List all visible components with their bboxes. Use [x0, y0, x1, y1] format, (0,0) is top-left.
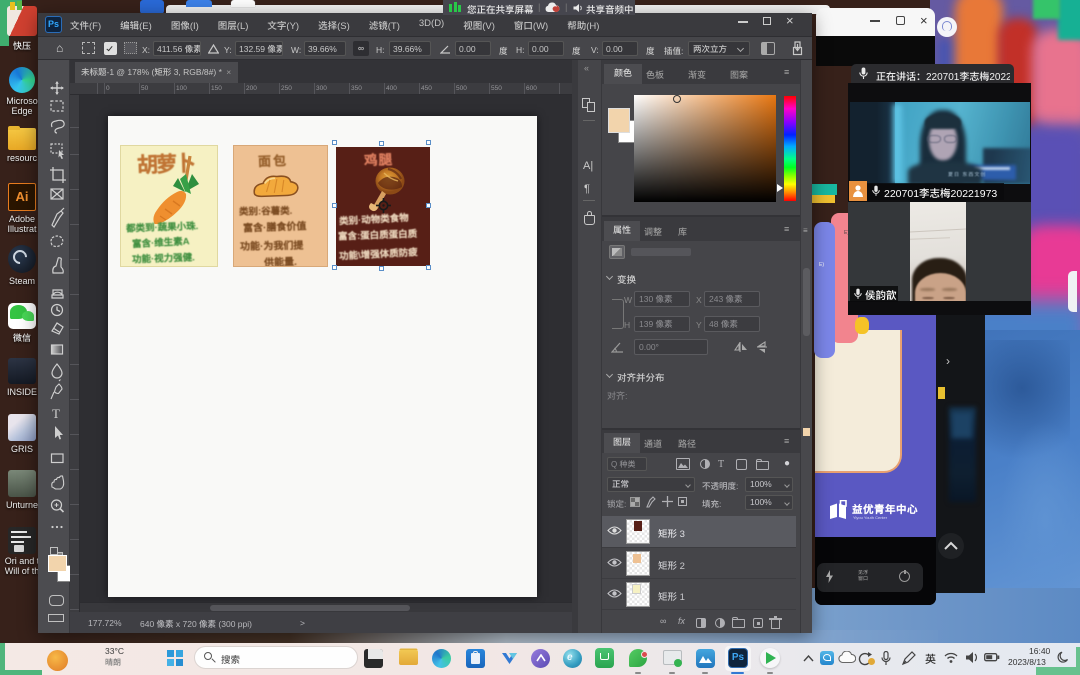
svg-text:T: T [52, 406, 60, 421]
